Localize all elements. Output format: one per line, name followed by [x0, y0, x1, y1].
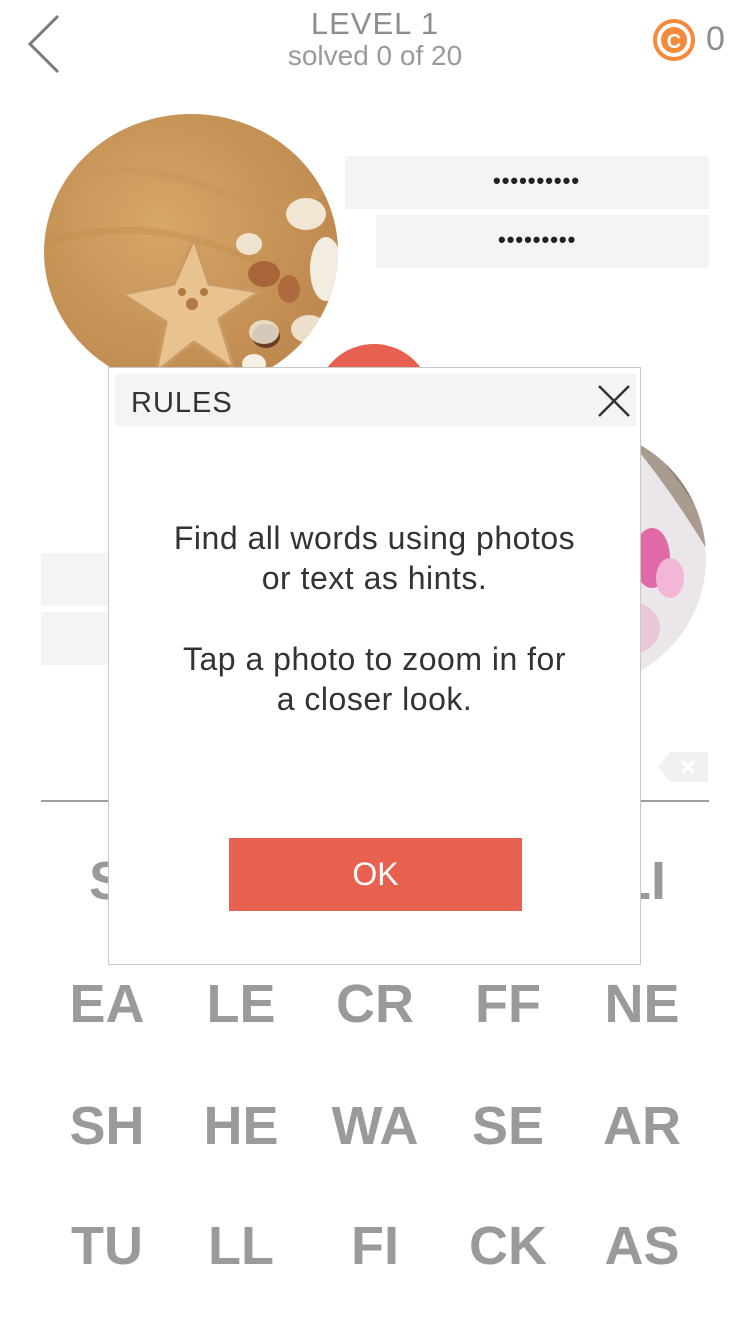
letter-tile[interactable]: FF [441, 973, 575, 1035]
level-progress: solved 0 of 20 [287, 40, 463, 71]
dialog-title: RULES [131, 387, 233, 419]
rules-text-line: Tap a photo to zoom in for [183, 641, 566, 677]
letter-tile[interactable]: WA [308, 1095, 442, 1157]
letter-tile[interactable]: FI [308, 1215, 442, 1277]
letter-tile[interactable]: AS [575, 1215, 709, 1277]
svg-text:C: C [667, 31, 681, 53]
coin-count: 0 [706, 20, 725, 58]
rules-text-line: a closer look. [276, 681, 473, 717]
letter-tile[interactable]: TU [40, 1215, 174, 1277]
letter-tile[interactable]: LE [174, 973, 308, 1035]
rules-dialog: RULES Find all words using photos or tex… [108, 367, 641, 965]
rules-text-line: or text as hints. [261, 560, 488, 596]
rules-text-line: Find all words using photos [173, 520, 576, 556]
beach-photo-image [44, 114, 338, 390]
letter-tile[interactable]: SH [40, 1095, 174, 1157]
letter-tile[interactable]: NE [575, 973, 709, 1035]
answer-mask-1: •••••••••• [493, 168, 581, 193]
answer-slot-1[interactable]: •••••••••• [345, 156, 709, 209]
photo-hint-beach[interactable] [44, 114, 338, 390]
level-title: LEVEL 1 [310, 6, 440, 41]
letter-tile[interactable]: LL [174, 1215, 308, 1277]
backspace-icon[interactable] [658, 752, 708, 782]
letter-tile[interactable]: EA [40, 973, 174, 1035]
ok-button[interactable]: OK [229, 838, 522, 911]
letter-tile[interactable]: HE [174, 1095, 308, 1157]
letter-tile[interactable]: CR [308, 973, 442, 1035]
close-icon[interactable] [595, 382, 633, 420]
letter-tile[interactable]: SE [441, 1095, 575, 1157]
answer-slot-2[interactable]: ••••••••• [376, 215, 709, 268]
coin-icon: C [653, 19, 695, 61]
letter-tile[interactable]: AR [575, 1095, 709, 1157]
dialog-header: RULES [115, 374, 636, 426]
letter-tile[interactable]: CK [441, 1215, 575, 1277]
answer-mask-2: ••••••••• [498, 227, 577, 252]
